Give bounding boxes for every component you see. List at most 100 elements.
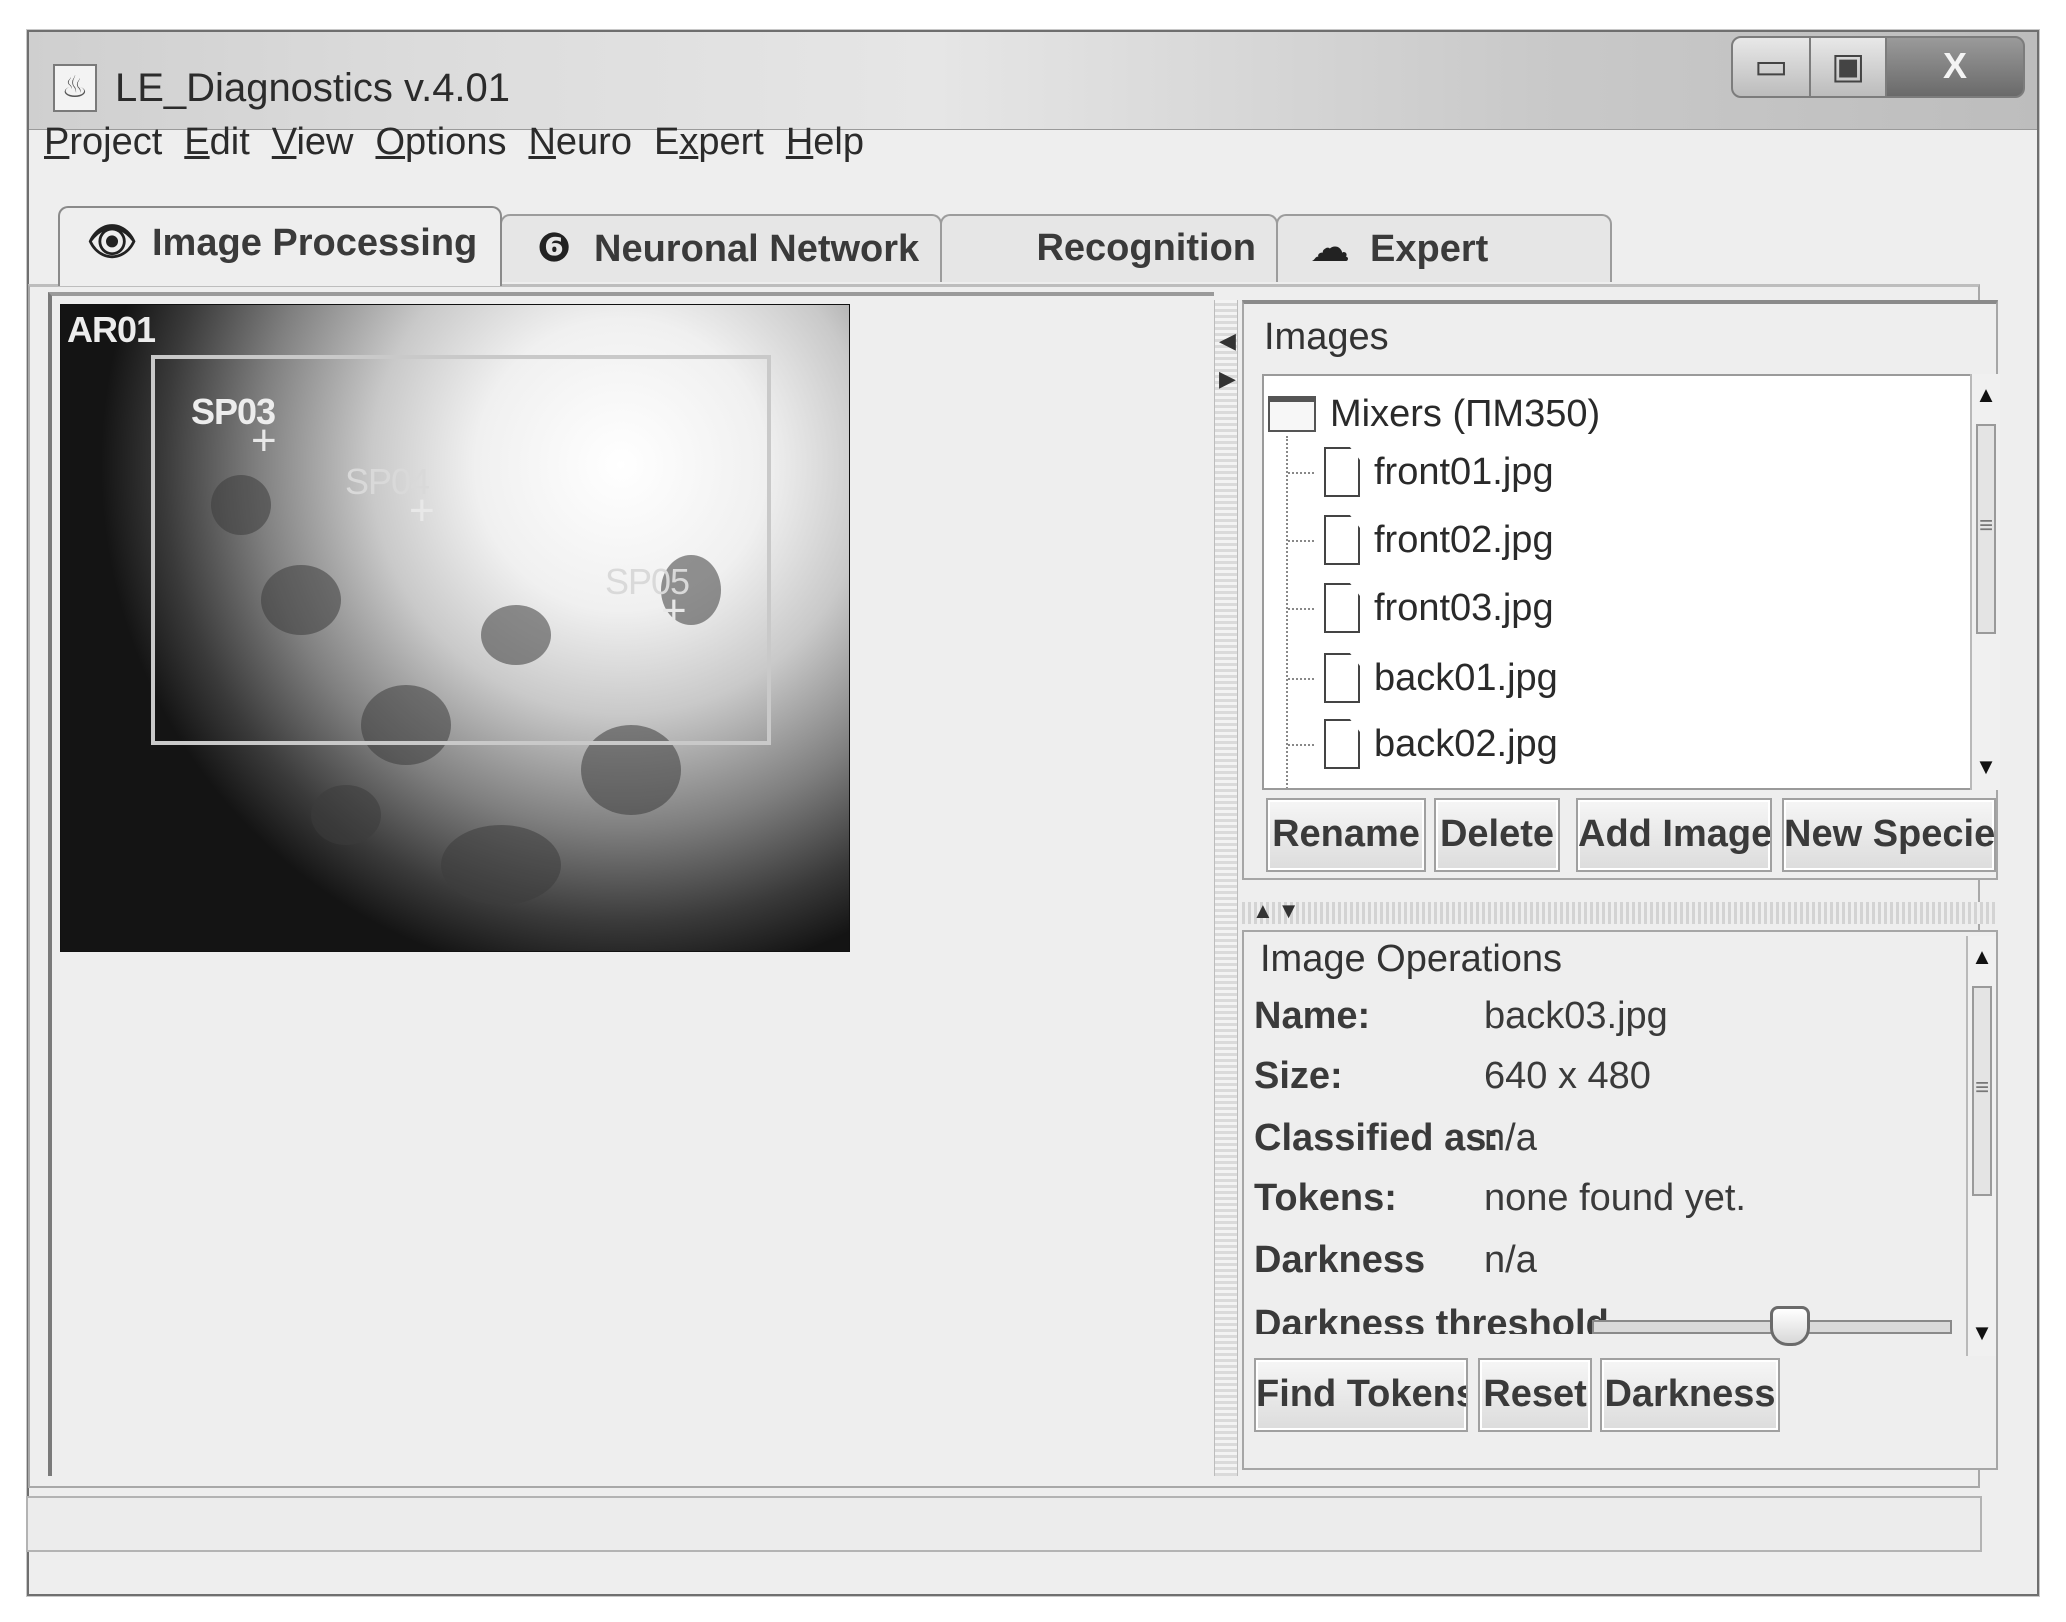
tree-file-item[interactable]: back01.jpg: [1324, 648, 1558, 708]
tree-guide-line: [1288, 608, 1314, 610]
split-pane-divider[interactable]: ◀ ▶: [1214, 300, 1238, 1476]
scrollbar-grip-icon: ≡: [1974, 1074, 1989, 1101]
find-tokens-button[interactable]: Find Tokens: [1254, 1358, 1468, 1432]
close-button[interactable]: X: [1885, 36, 2025, 98]
scrollbar-grip-icon: ≡: [1978, 512, 1993, 539]
file-label: front03.jpg: [1374, 586, 1554, 629]
image-label: AR01: [67, 309, 156, 350]
slider-thumb[interactable]: [1770, 1306, 1810, 1346]
window-controls: ▭ ▣ X: [1731, 36, 2025, 98]
op-row-tokens: Tokens: none found yet.: [1254, 1168, 1746, 1228]
crosshair-icon[interactable]: +: [251, 419, 277, 463]
right-panel: Images Mixers (ПМ350) front01.jpg front0…: [1238, 292, 2008, 1476]
image-operations-panel: Image Operations Name: back03.jpg Size: …: [1242, 930, 1998, 1470]
op-key: Size:: [1254, 1055, 1343, 1097]
menu-view[interactable]: View: [272, 112, 354, 172]
tree-folder-mixers[interactable]: Mixers (ПМ350): [1268, 384, 1600, 444]
op-row-classified: Classified as: n/a: [1254, 1108, 1537, 1168]
tree-guide-line: [1286, 436, 1288, 788]
scroll-down-icon[interactable]: ▼: [1968, 1320, 1996, 1346]
tab-recognition[interactable]: Recognition: [940, 214, 1278, 282]
tab-image-processing[interactable]: 👁 Image Processing: [58, 206, 502, 286]
op-value: 640 x 480: [1484, 1055, 1651, 1097]
file-label: front02.jpg: [1374, 518, 1554, 561]
op-key: Name:: [1254, 995, 1371, 1037]
op-value: n/a: [1484, 1239, 1537, 1281]
tree-guide-line: [1288, 472, 1314, 474]
images-title: Images: [1264, 316, 1389, 358]
split-arrows-icon[interactable]: ▲▼: [1252, 898, 1304, 924]
op-value: n/a: [1484, 1117, 1537, 1159]
menu-project[interactable]: Project: [44, 112, 162, 172]
menu-edit[interactable]: Edit: [184, 112, 250, 172]
file-icon: [1324, 447, 1360, 497]
reset-button[interactable]: Reset: [1478, 1358, 1592, 1432]
scroll-up-icon[interactable]: ▲: [1968, 944, 1996, 970]
image-blot: [311, 785, 381, 845]
menu-label: roject: [69, 121, 163, 163]
tab-label: Expert: [1370, 228, 1489, 270]
tab-label: Recognition: [1036, 227, 1256, 269]
menu-mnemonic: P: [44, 121, 70, 163]
tab-label: Neuronal Network: [594, 228, 920, 270]
neuron-icon: ❻: [537, 226, 571, 270]
operations-title: Image Operations: [1260, 938, 1563, 980]
java-app-icon: ♨: [53, 64, 97, 112]
menu-bar: Project Edit View Options Neuro Expert H…: [44, 112, 886, 172]
op-value: none found yet.: [1484, 1177, 1746, 1219]
minimize-button[interactable]: ▭: [1731, 36, 1811, 98]
tree-guide-line: [1288, 744, 1314, 746]
file-label: front01.jpg: [1374, 450, 1554, 493]
file-label: back01.jpg: [1374, 656, 1558, 699]
op-key: Tokens:: [1254, 1177, 1397, 1219]
delete-button[interactable]: Delete: [1434, 798, 1560, 872]
tab-label: Image Processing: [152, 222, 478, 264]
tree-file-item[interactable]: front03.jpg: [1324, 578, 1554, 638]
tree-file-item[interactable]: back02.jpg: [1324, 714, 1558, 774]
file-icon: [1324, 583, 1360, 633]
menu-options[interactable]: Options: [375, 112, 506, 172]
status-bar: [26, 1496, 1982, 1552]
images-panel: Images Mixers (ПМ350) front01.jpg front0…: [1242, 300, 2000, 880]
image-tree[interactable]: Mixers (ПМ350) front01.jpg front02.jpg f…: [1262, 374, 1972, 790]
menu-neuro[interactable]: Neuro: [528, 112, 632, 172]
file-icon: [1324, 653, 1360, 703]
scroll-down-icon[interactable]: ▼: [1972, 754, 2000, 780]
menu-expert[interactable]: Expert: [654, 112, 764, 172]
tree-file-item[interactable]: front02.jpg: [1324, 510, 1554, 570]
vertical-split-divider[interactable]: ▲▼: [1242, 898, 1998, 924]
menu-label: dit: [209, 121, 250, 163]
tab-expert[interactable]: ☁ Expert: [1276, 214, 1612, 282]
folder-label: Mixers (ПМ350): [1330, 392, 1601, 435]
menu-label-lead: E: [653, 121, 680, 163]
new-species-button[interactable]: New Species: [1782, 798, 1996, 872]
menu-label: elp: [813, 121, 864, 163]
images-scrollbar[interactable]: ▲ ≡ ▼: [1970, 374, 2000, 790]
menu-help[interactable]: Help: [786, 112, 864, 172]
collapse-right-icon[interactable]: ▶: [1219, 366, 1236, 392]
maximize-button[interactable]: ▣: [1809, 36, 1887, 98]
menu-mnemonic: x: [679, 121, 699, 163]
menu-label: ptions: [405, 121, 507, 163]
crosshair-icon[interactable]: +: [661, 589, 687, 633]
file-icon: [1324, 515, 1360, 565]
tree-file-item[interactable]: front01.jpg: [1324, 442, 1554, 502]
menu-mnemonic: E: [184, 121, 210, 163]
window-title: LE_Diagnostics v.4.01: [115, 66, 511, 110]
tab-neuronal-network[interactable]: ❻ Neuronal Network: [500, 214, 942, 282]
crosshair-icon[interactable]: +: [409, 489, 435, 533]
menu-mnemonic: H: [785, 121, 814, 163]
tree-guide-line: [1288, 540, 1314, 542]
file-icon: [1324, 719, 1360, 769]
collapse-left-icon[interactable]: ◀: [1219, 328, 1236, 354]
image-view[interactable]: AR01 SP03 + SP04 + SP05 +: [60, 304, 850, 952]
rename-button[interactable]: Rename: [1266, 798, 1426, 872]
scroll-up-icon[interactable]: ▲: [1972, 382, 2000, 408]
op-key: Darkness: [1254, 1239, 1426, 1281]
operations-scrollbar[interactable]: ▲ ≡ ▼: [1966, 936, 1996, 1356]
file-label: back02.jpg: [1374, 722, 1558, 765]
add-image-button[interactable]: Add Image: [1576, 798, 1772, 872]
darkness-button[interactable]: Darkness: [1600, 1358, 1780, 1432]
image-blot: [441, 825, 561, 905]
folder-icon: [1268, 396, 1316, 432]
